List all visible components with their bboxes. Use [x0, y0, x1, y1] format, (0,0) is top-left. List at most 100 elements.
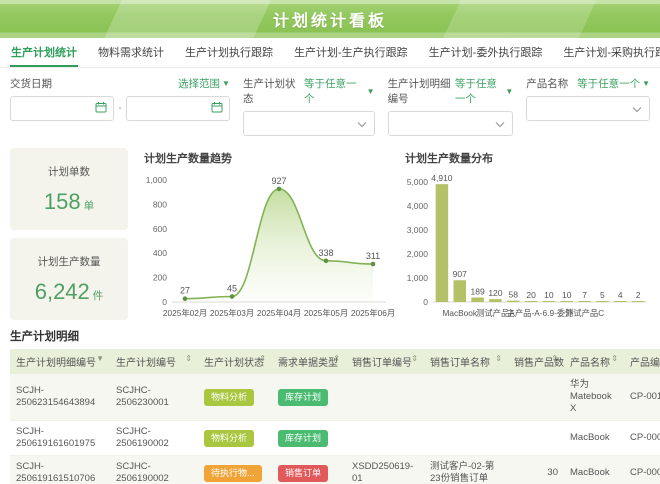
chevron-down-icon	[495, 115, 505, 133]
filter-operator-range[interactable]: 选择范围▼	[178, 76, 230, 91]
table-cell	[424, 374, 508, 421]
product-name-select[interactable]	[526, 96, 650, 121]
dashboard-banner: 计划统计看板	[0, 0, 660, 38]
date-from-input[interactable]	[10, 96, 114, 121]
svg-text:338: 338	[318, 248, 333, 258]
tab-2[interactable]: 生产计划执行跟踪	[184, 38, 274, 67]
tab-5[interactable]: 生产计划-采购执行跟踪	[562, 38, 660, 67]
status-badge: 库存计划	[278, 430, 328, 447]
column-label: 产品编码	[630, 358, 660, 369]
date-to-input[interactable]	[126, 96, 230, 121]
svg-text:58: 58	[509, 290, 519, 300]
filter-plan-status: 生产计划状态 等于任意一个▼	[243, 76, 375, 136]
tab-bar: 生产计划统计物料需求统计生产计划执行跟踪生产计划-生产执行跟踪生产计划-委外执行…	[0, 38, 660, 68]
svg-text:800: 800	[153, 199, 167, 209]
filter-operator-any[interactable]: 等于任意一个▼	[304, 76, 375, 106]
filter-label-plan-detail-no: 生产计划明细编号	[388, 76, 455, 106]
column-label: 生产计划状态	[204, 358, 264, 369]
chevron-down-icon	[357, 115, 367, 133]
column-label: 销售产品数量	[514, 358, 564, 369]
stat-value: 158单	[44, 189, 94, 215]
filter-label-delivery-date: 交货日期	[10, 76, 52, 91]
distribution-bar-chart: 01,0002,0003,0004,0005,0004,910907189120…	[399, 168, 650, 320]
table-cell: SCJH-250623154643894	[10, 374, 110, 421]
table-cell: 华为Matebook X	[564, 374, 624, 421]
chevron-down-icon: ▼	[505, 87, 513, 96]
table-cell: 30	[508, 456, 564, 484]
table-cell	[508, 421, 564, 456]
filter-bar: 交货日期 选择范围▼ - 生产计划状态 等于任意一个▼	[0, 68, 660, 142]
svg-text:0: 0	[162, 297, 167, 307]
filter-operator-any[interactable]: 等于任意一个▼	[455, 76, 513, 106]
table-row[interactable]: SCJH-250619161510706SCJHC-2506190002待执行物…	[10, 456, 660, 484]
table-body: SCJH-250623154643894SCJHC-2506230001物料分析…	[10, 374, 660, 484]
table-cell-badge: 待执行物...	[198, 456, 272, 484]
svg-text:4,000: 4,000	[407, 201, 429, 211]
svg-text:2025年05月: 2025年05月	[304, 308, 348, 318]
table-row[interactable]: SCJH-250619161601975SCJHC-2506190002物料分析…	[10, 421, 660, 456]
column-header-0[interactable]: ▼生产计划明细编号	[10, 349, 110, 374]
column-label: 需求单据类型	[278, 358, 338, 369]
date-range-separator: -	[118, 103, 121, 114]
trend-area-chart: 02004006008001,000272025年02月452025年03月92…	[138, 168, 389, 320]
status-badge: 销售订单	[278, 465, 328, 482]
column-header-4[interactable]: ⇕销售订单编号	[346, 349, 424, 374]
status-badge: 库存计划	[278, 389, 328, 406]
column-label: 销售订单编号	[352, 358, 412, 369]
tab-4[interactable]: 生产计划-委外执行跟踪	[428, 38, 544, 67]
svg-text:4,910: 4,910	[431, 173, 453, 183]
column-header-8[interactable]: 产品编码	[624, 349, 660, 374]
table-cell-badge: 物料分析	[198, 421, 272, 456]
svg-text:5,000: 5,000	[407, 177, 429, 187]
svg-text:5: 5	[600, 290, 605, 300]
svg-text:907: 907	[453, 269, 467, 279]
filter-operator-any[interactable]: 等于任意一个▼	[577, 76, 650, 91]
column-header-3[interactable]: ⇕需求单据类型	[272, 349, 346, 374]
dashboard-main: 计划单数 158单 计划生产数量 6,242件 计划生产数量趋势 0200400…	[0, 142, 660, 320]
svg-text:2025年06月: 2025年06月	[351, 308, 395, 318]
table-cell: CP-0001	[624, 456, 660, 484]
filter-icon: ▼	[96, 354, 104, 363]
plan-detail-table: ▼生产计划明细编号⇕生产计划编号⇕生产计划状态⇕需求单据类型⇕销售订单编号⇕销售…	[10, 349, 660, 484]
calendar-icon	[95, 100, 107, 118]
table-cell: XSDD250619-01	[346, 456, 424, 484]
table-cell: 测试客户-02-第23份销售订单	[424, 456, 508, 484]
stat-value: 6,242件	[35, 279, 104, 305]
svg-text:MacBook: MacBook	[442, 308, 477, 318]
stat-card-plan-count: 计划单数 158单	[10, 148, 128, 230]
table-cell: SCJHC-2506190002	[110, 456, 198, 484]
filter-label-product-name: 产品名称	[526, 76, 568, 91]
svg-text:200: 200	[153, 273, 167, 283]
tab-1[interactable]: 物料需求统计	[97, 38, 165, 67]
table-section-title: 生产计划明细	[10, 328, 650, 344]
column-header-2[interactable]: ⇕生产计划状态	[198, 349, 272, 374]
trend-chart-card: 计划生产数量趋势 02004006008001,000272025年02月452…	[138, 148, 389, 320]
tab-0[interactable]: 生产计划统计	[10, 38, 78, 67]
svg-text:2025年02月: 2025年02月	[163, 308, 207, 318]
column-header-1[interactable]: ⇕ 生产计划编号	[110, 349, 198, 374]
svg-text:2025年03月: 2025年03月	[210, 308, 254, 318]
filter-product-name: 产品名称 等于任意一个▼	[526, 76, 650, 136]
table-cell	[508, 374, 564, 421]
table-cell: SCJHC-2506230001	[110, 374, 198, 421]
chevron-down-icon: ▼	[222, 79, 230, 88]
column-header-7[interactable]: ⇕产品名称	[564, 349, 624, 374]
filter-plan-detail-no: 生产计划明细编号 等于任意一个▼	[388, 76, 514, 136]
plan-status-select[interactable]	[243, 111, 375, 136]
column-header-6[interactable]: ⇕销售产品数量	[508, 349, 564, 374]
plan-detail-no-select[interactable]	[388, 111, 514, 136]
svg-text:45: 45	[227, 284, 237, 294]
tab-3[interactable]: 生产计划-生产执行跟踪	[293, 38, 409, 67]
sort-icon: ⇕	[185, 354, 192, 363]
table-row[interactable]: SCJH-250623154643894SCJHC-2506230001物料分析…	[10, 374, 660, 421]
calendar-icon	[211, 100, 223, 118]
distribution-chart-title: 计划生产数量分布	[399, 148, 650, 168]
column-header-5[interactable]: ⇕销售订单名称	[424, 349, 508, 374]
sort-icon: ⇕	[495, 354, 502, 363]
table-cell-badge: 销售订单	[272, 456, 346, 484]
column-label: 生产计划编号	[116, 358, 176, 369]
table-cell: SCJH-250619161601975	[10, 421, 110, 456]
svg-text:27: 27	[180, 286, 190, 296]
svg-text:0: 0	[423, 297, 428, 307]
table-header-row: ▼生产计划明细编号⇕生产计划编号⇕生产计划状态⇕需求单据类型⇕销售订单编号⇕销售…	[10, 349, 660, 374]
